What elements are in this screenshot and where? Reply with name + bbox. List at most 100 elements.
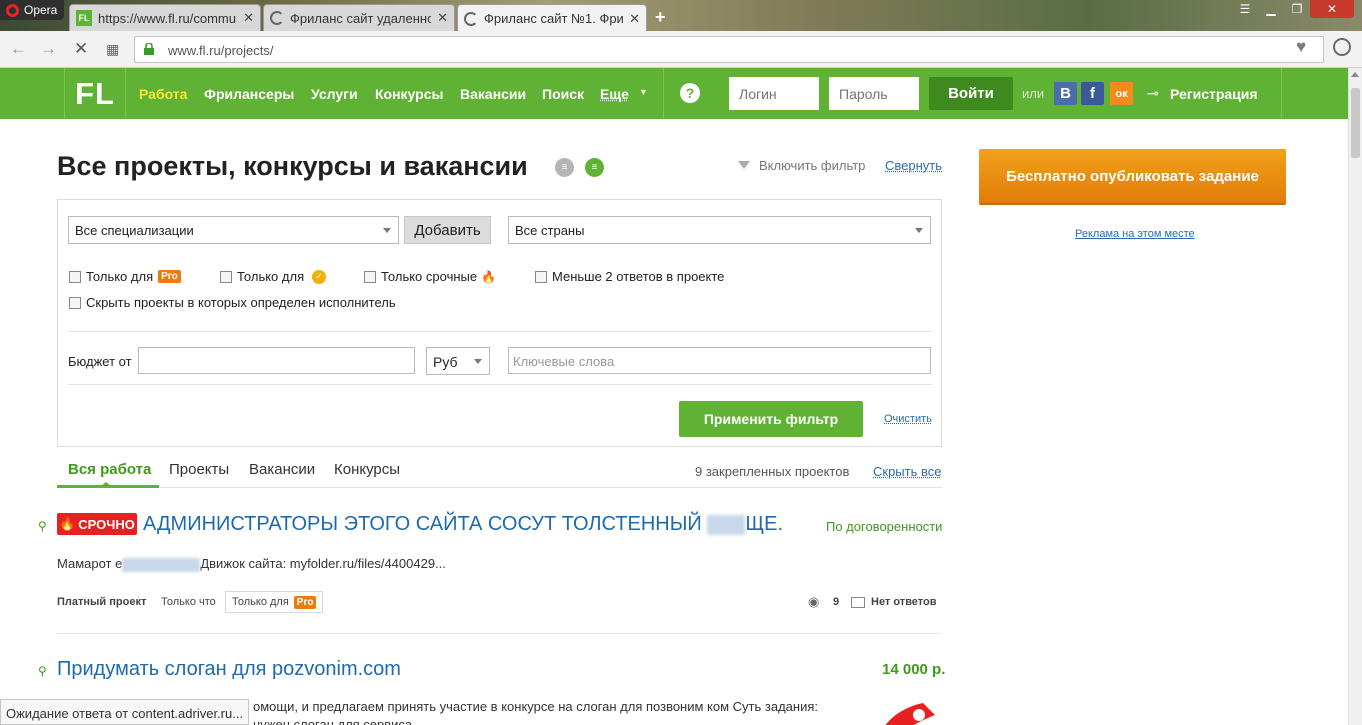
window-close-icon[interactable]: ✕ <box>1310 0 1354 18</box>
project-description: нужен слоган для сервиса <box>253 717 413 725</box>
login-field[interactable] <box>729 77 819 110</box>
scroll-thumb[interactable] <box>1351 88 1360 158</box>
project-title[interactable]: АДМИНИСТРАТОРЫ ЭТОГО САЙТА СОСУТ ТОЛСТЕН… <box>143 513 783 536</box>
publish-task-button[interactable]: Бесплатно опубликовать задание <box>979 149 1286 205</box>
scroll-up-icon[interactable] <box>1351 72 1359 77</box>
fl-logo[interactable]: FL <box>64 68 126 119</box>
nav-services[interactable]: Услуги <box>311 86 358 102</box>
hide-all-link[interactable]: Скрыть все <box>873 464 941 479</box>
keywords-input[interactable]: Ключевые слова <box>508 347 931 374</box>
nav-work[interactable]: Работа <box>139 86 187 102</box>
close-tab-icon[interactable]: ✕ <box>437 10 448 26</box>
project-description: Мамарот е Движок сайта: myfolder.ru/files… <box>57 556 446 572</box>
apply-filter-button[interactable]: Применить фильтр <box>679 401 863 437</box>
url-text: www.fl.ru/projects/ <box>168 43 274 58</box>
ad-place-link[interactable]: Реклама на этом месте <box>1075 228 1195 240</box>
nav-search[interactable]: Поиск <box>542 86 584 102</box>
odnoklassniki-icon[interactable]: ок <box>1110 82 1133 105</box>
country-select[interactable]: Все страны <box>508 216 931 244</box>
browser-tab-2[interactable]: Фриланс сайт удаленной ✕ <box>263 4 455 31</box>
back-icon[interactable]: ← <box>10 39 27 59</box>
opera-logo-icon <box>6 3 19 17</box>
password-field[interactable] <box>829 77 919 110</box>
speed-dial-icon[interactable]: ▦ <box>106 41 119 58</box>
hide-assigned-checkbox[interactable]: Скрыть проекты в которых определен испол… <box>69 295 396 310</box>
vk-icon[interactable]: В <box>1054 82 1077 105</box>
heart-icon[interactable]: ♥ <box>1296 37 1306 57</box>
nav-freelancers[interactable]: Фрилансеры <box>204 86 294 102</box>
checkbox-label: Только для <box>237 269 305 284</box>
help-icon[interactable]: ? <box>680 83 700 103</box>
urgent-label: СРОЧНО <box>78 516 135 532</box>
checkbox-box[interactable] <box>220 270 232 283</box>
minimize-icon[interactable]: ▁ <box>1258 0 1284 18</box>
comment-icon <box>851 597 865 608</box>
project-description: омощи, и предлагаем принять участие в ко… <box>253 699 818 714</box>
enable-filter-label: Включить фильтр <box>759 158 866 173</box>
nav-vacancies[interactable]: Вакансии <box>460 86 526 102</box>
checkbox-box[interactable] <box>69 270 81 283</box>
facebook-icon[interactable]: f <box>1081 82 1104 105</box>
less-answers-checkbox[interactable]: Меньше 2 ответов в проекте <box>535 269 724 284</box>
login-button[interactable]: Войти <box>929 77 1013 110</box>
checkbox-box[interactable] <box>364 270 376 283</box>
only-pro-checkbox[interactable]: Только для Pro <box>69 269 181 284</box>
checkbox-box[interactable] <box>69 296 81 309</box>
loading-spinner-icon <box>270 11 284 25</box>
project-tabs: Вся работа Проекты Вакансии Конкурсы 9 з… <box>57 456 942 488</box>
views-count: 9 <box>833 596 840 608</box>
register-link[interactable]: Регистрация <box>1170 86 1258 102</box>
tab-all-work[interactable]: Вся работа <box>68 461 151 478</box>
collapse-link[interactable]: Свернуть <box>885 158 942 173</box>
pro-badge: Pro <box>293 595 317 609</box>
tab-projects[interactable]: Проекты <box>169 461 229 478</box>
list-view-icon[interactable]: ≡ <box>555 158 574 177</box>
tab-title: Фриланс сайт удаленной <box>290 10 432 26</box>
specialization-value: Все специализации <box>75 223 194 238</box>
tab-menu-icon[interactable]: ☰ <box>1232 0 1258 18</box>
forward-icon[interactable]: → <box>40 39 57 59</box>
nav-more[interactable]: Еще <box>600 86 629 102</box>
checkbox-label: Только для <box>86 269 154 284</box>
tab-vacancies[interactable]: Вакансии <box>249 461 315 478</box>
urgent-badge: 🔥 СРОЧНО <box>57 513 137 535</box>
clear-filter-link[interactable]: Очистить <box>884 413 932 425</box>
checkbox-label: Скрыть проекты в которых определен испол… <box>86 295 396 310</box>
tab-title: Фриланс сайт №1. Фрила <box>484 11 624 26</box>
close-tab-icon[interactable]: ✕ <box>629 11 640 27</box>
new-tab-button[interactable]: + <box>655 7 666 28</box>
close-tab-icon[interactable]: ✕ <box>243 10 254 26</box>
enable-filter-link[interactable]: Включить фильтр <box>738 158 865 173</box>
answers-count[interactable]: Нет ответов <box>871 596 937 608</box>
project-title[interactable]: Придумать слоган для pozvonim.com <box>57 658 401 681</box>
project-title-end: ЩЕ. <box>745 513 784 535</box>
url-field[interactable]: www.fl.ru/projects/ <box>134 36 1324 63</box>
stop-icon[interactable]: ✕ <box>74 39 88 59</box>
keywords-placeholder: Ключевые слова <box>513 354 615 369</box>
only-urgent-checkbox[interactable]: Только срочные 🔥 <box>364 269 496 284</box>
nav-contests[interactable]: Конкурсы <box>375 86 443 102</box>
checkbox-label: Меньше 2 ответов в проекте <box>552 269 725 284</box>
checkbox-box[interactable] <box>535 270 547 283</box>
specialization-select[interactable]: Все специализации <box>68 216 399 244</box>
browser-tab-1[interactable]: FL https://www.fl.ru/commun ✕ <box>69 4 261 31</box>
maximize-icon[interactable]: ❐ <box>1284 0 1310 18</box>
currency-select[interactable]: Руб <box>426 347 490 375</box>
browser-tab-3[interactable]: Фриланс сайт №1. Фрила ✕ <box>457 4 647 32</box>
dropdown-arrow-icon <box>474 359 482 364</box>
opera-menu-button[interactable]: Opera <box>0 0 64 20</box>
key-icon: ⊸ <box>1147 85 1159 101</box>
add-specialization-button[interactable]: Добавить <box>404 216 491 244</box>
browser-tab-bar: Opera FL https://www.fl.ru/commun ✕ Фрил… <box>0 0 1362 32</box>
pro-only-badge: Только для Pro <box>225 591 324 613</box>
budget-input[interactable] <box>138 347 415 374</box>
page-title: Все проекты, конкурсы и вакансии <box>57 151 528 181</box>
address-bar: ← → ✕ ▦ www.fl.ru/projects/ ♥ <box>0 31 1362 68</box>
page-scrollbar[interactable] <box>1348 68 1362 725</box>
rss-icon[interactable]: ≡ <box>585 158 604 177</box>
tab-contests[interactable]: Конкурсы <box>334 461 400 478</box>
lock-icon <box>144 43 154 55</box>
user-icon[interactable] <box>1333 38 1351 56</box>
fl-favicon-icon: FL <box>76 10 92 26</box>
only-verified-checkbox[interactable]: Только для ✓ <box>220 269 327 284</box>
